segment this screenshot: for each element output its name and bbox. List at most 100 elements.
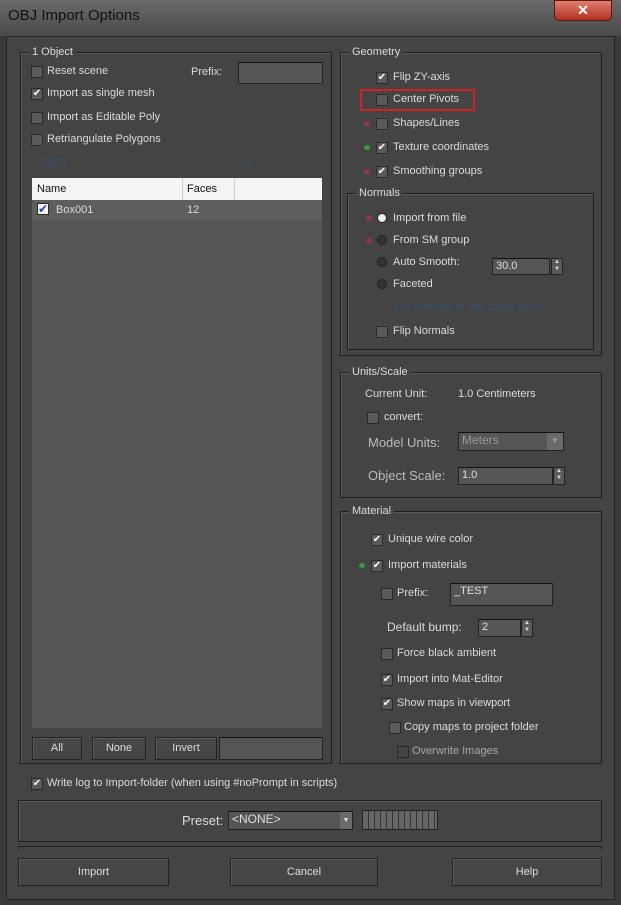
convert-label: convert: xyxy=(384,411,424,423)
object-list[interactable]: Name Faces ✔ Box001 12 xyxy=(32,178,322,728)
shapes-lines-label: Shapes/Lines xyxy=(393,117,460,129)
title-bar[interactable]: OBJ Import Options ✕ xyxy=(0,0,621,36)
help-button[interactable]: Help xyxy=(452,858,602,886)
center-pivots-checkbox[interactable] xyxy=(376,94,388,106)
faceted-radio[interactable] xyxy=(377,279,387,289)
info-name: TEST xyxy=(40,157,69,169)
retriangulate-checkbox[interactable] xyxy=(31,134,43,146)
write-log-checkbox[interactable]: ✔ xyxy=(31,778,43,790)
import-button[interactable]: Import xyxy=(18,858,169,886)
group-label: 1 Object xyxy=(29,46,76,58)
chevron-down-icon[interactable]: ▼ xyxy=(340,812,352,829)
material-prefix-label: Prefix: xyxy=(397,587,429,599)
flip-zy-checkbox[interactable]: ✔ xyxy=(376,72,388,84)
unique-wire-checkbox[interactable]: ✔ xyxy=(371,534,383,546)
overwrite-images-checkbox[interactable] xyxy=(397,746,409,758)
unique-wire-label: Unique wire color xyxy=(388,533,473,545)
model-units-dropdown[interactable]: Meters ▼ xyxy=(458,432,564,451)
list-header: Name Faces xyxy=(32,178,322,200)
column-header-name[interactable]: Name xyxy=(37,183,66,195)
texture-coords-checkbox[interactable]: ✔ xyxy=(376,142,388,154)
invert-button[interactable]: Invert xyxy=(155,737,217,760)
center-pivots-label: Center Pivots xyxy=(393,93,460,105)
group-label: Material xyxy=(349,505,395,517)
status-dot-icon xyxy=(364,121,370,126)
auto-smooth-spinner[interactable]: ▲ ▼ xyxy=(551,258,563,275)
force-black-label: Force black ambient xyxy=(397,647,497,659)
status-dot-icon xyxy=(366,216,372,221)
column-header-faces[interactable]: Faces xyxy=(187,183,217,195)
preset-label: Preset: xyxy=(182,813,224,828)
reset-scene-label: Reset scene xyxy=(47,65,109,77)
reset-scene-checkbox[interactable] xyxy=(31,66,43,78)
info-faces: 12 xyxy=(240,157,253,169)
flip-normals-checkbox[interactable] xyxy=(376,326,388,338)
import-single-mesh-checkbox[interactable]: ✔ xyxy=(31,88,43,100)
force-black-checkbox[interactable] xyxy=(381,648,393,660)
convert-checkbox[interactable] xyxy=(367,412,379,424)
status-dot-icon xyxy=(359,563,365,568)
auto-smooth-radio[interactable] xyxy=(377,257,387,267)
object-scale-label: Object Scale: xyxy=(368,468,446,483)
smoothing-groups-checkbox[interactable]: ✔ xyxy=(376,166,388,178)
row-faces: 12 xyxy=(187,204,200,216)
import-materials-label: Import materials xyxy=(388,559,467,571)
table-row[interactable]: ✔ Box001 12 xyxy=(32,200,322,220)
object-scale-input[interactable]: 1.0 xyxy=(458,467,553,485)
group-label: Normals xyxy=(356,187,403,199)
current-unit-value: 1.0 Centimeters xyxy=(458,388,536,400)
prefix-input[interactable] xyxy=(238,62,323,84)
current-unit-label: Current Unit: xyxy=(365,388,428,400)
copy-maps-label: Copy maps to project folder xyxy=(404,721,539,733)
select-none-button[interactable]: None xyxy=(92,737,146,760)
import-single-mesh-label: Import as single mesh xyxy=(47,87,155,99)
status-dot-icon xyxy=(366,238,372,243)
model-units-label: Model Units: xyxy=(368,435,441,450)
default-bump-spinner[interactable]: ▲ ▼ xyxy=(521,619,533,637)
auto-smooth-input[interactable]: 30.0 xyxy=(492,258,550,275)
import-from-file-radio[interactable] xyxy=(377,213,387,223)
flip-normals-label: Flip Normals xyxy=(393,325,455,337)
overwrite-images-label: Overwrite Images xyxy=(412,745,499,757)
write-log-label: Write log to Import-folder (when using #… xyxy=(47,777,338,789)
show-maps-checkbox[interactable]: ✔ xyxy=(381,698,393,710)
import-from-file-label: Import from file xyxy=(393,212,467,224)
preset-dropdown[interactable]: <NONE> ▼ xyxy=(228,811,353,830)
chevron-down-icon[interactable]: ▼ xyxy=(547,433,563,450)
close-button[interactable]: ✕ xyxy=(554,0,612,21)
default-bump-input[interactable]: 2 xyxy=(478,619,521,637)
prefix-label: Prefix: xyxy=(191,66,223,78)
import-mat-editor-checkbox[interactable]: ✔ xyxy=(381,674,393,686)
object-scale-spinner[interactable]: ▲ ▼ xyxy=(553,467,565,485)
default-bump-label: Default bump: xyxy=(387,620,462,634)
smoothing-groups-label: Smoothing groups xyxy=(393,165,483,177)
row-checkbox[interactable]: ✔ xyxy=(37,203,49,215)
show-maps-label: Show maps in viewport xyxy=(397,697,511,709)
material-prefix-checkbox[interactable] xyxy=(381,588,393,600)
select-all-button[interactable]: All xyxy=(32,737,82,760)
group-label: Units/Scale xyxy=(349,366,411,378)
preset-toolbar-icon[interactable] xyxy=(362,810,438,830)
cancel-button[interactable]: Cancel xyxy=(230,858,378,886)
preset-value: <NONE> xyxy=(232,812,281,826)
import-editable-poly-checkbox[interactable] xyxy=(31,112,43,124)
close-icon: ✕ xyxy=(577,2,589,18)
separator xyxy=(18,846,602,850)
flip-zy-label: Flip ZY-axis xyxy=(393,71,451,83)
import-materials-checkbox[interactable]: ✔ xyxy=(371,560,383,572)
status-dot-icon xyxy=(364,169,370,174)
row-name: Box001 xyxy=(56,204,94,216)
from-sm-group-label: From SM group xyxy=(393,234,470,246)
model-units-value: Meters xyxy=(462,433,499,447)
copy-maps-checkbox[interactable] xyxy=(389,722,401,734)
retriangulate-label: Retriangulate Polygons xyxy=(47,133,161,145)
window-title: OBJ Import Options xyxy=(8,7,140,24)
normals-note: (no normals in file, using sm=1) xyxy=(395,301,549,313)
filter-input[interactable] xyxy=(219,737,323,760)
group-label: Geometry xyxy=(349,46,404,58)
shapes-lines-checkbox[interactable] xyxy=(376,118,388,130)
import-mat-editor-label: Import into Mat-Editor xyxy=(397,673,503,685)
from-sm-group-radio[interactable] xyxy=(377,235,387,245)
import-editable-poly-label: Import as Editable Poly xyxy=(47,111,161,123)
material-prefix-input[interactable]: _TEST xyxy=(450,583,553,606)
